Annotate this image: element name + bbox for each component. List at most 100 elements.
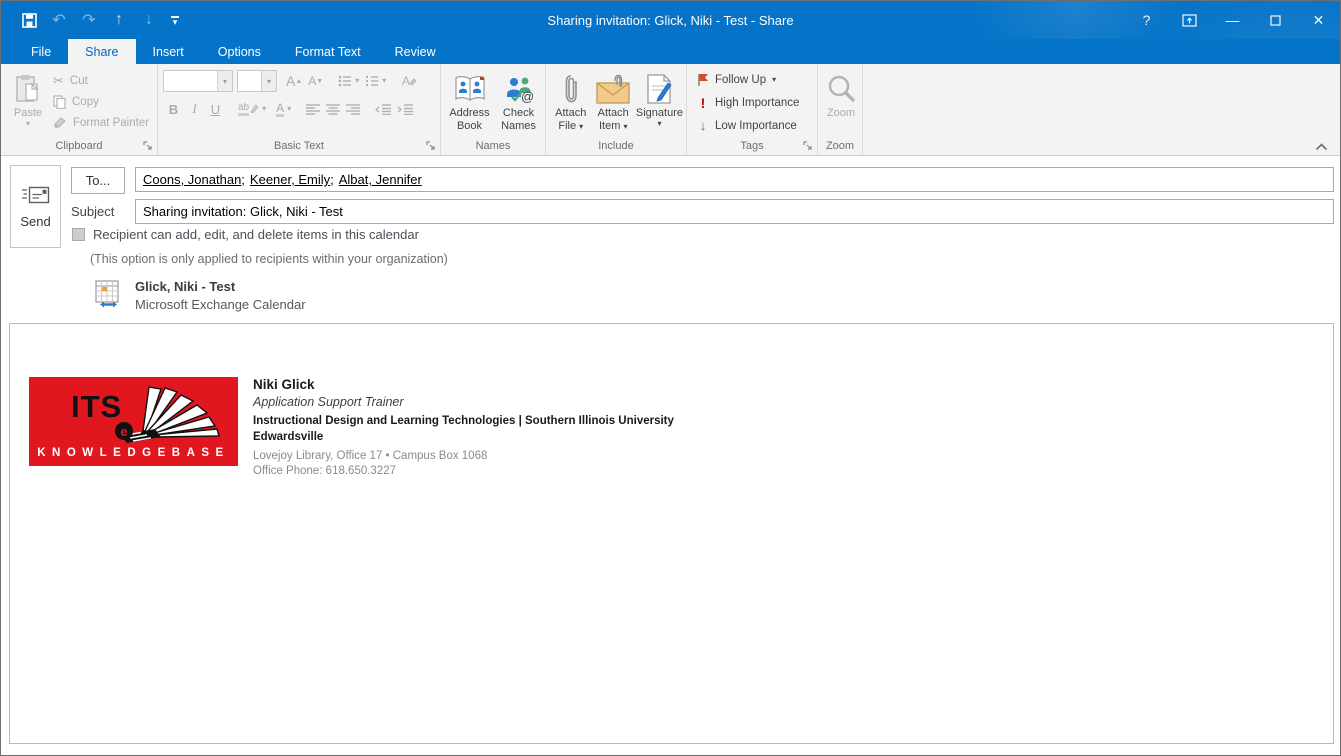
svg-text:@: @: [521, 89, 534, 103]
align-right-button[interactable]: [343, 98, 363, 120]
help-button[interactable]: ?: [1125, 1, 1168, 39]
clear-formatting-icon: A: [401, 74, 417, 88]
attach-file-label-2: File ▾: [558, 120, 583, 133]
signature-address: Lovejoy Library, Office 17 • Campus Box …: [253, 449, 674, 464]
move-up-button[interactable]: ↑: [104, 6, 134, 34]
bold-icon: B: [169, 102, 178, 117]
undo-button[interactable]: ↶: [44, 6, 74, 34]
address-book-label: Address Book: [446, 107, 493, 133]
attach-item-button[interactable]: Attach Item ▾: [593, 67, 634, 137]
customize-quick-access-button[interactable]: ▾: [164, 6, 186, 34]
align-left-icon: [306, 104, 320, 115]
recipient-1[interactable]: Coons, Jonathan: [143, 172, 241, 187]
down-arrow-icon: ↓: [145, 11, 153, 29]
clipboard-dialog-launcher[interactable]: [143, 141, 153, 151]
numbering-caret-icon: ▾: [382, 77, 386, 85]
underline-button[interactable]: U: [205, 98, 226, 120]
address-book-icon: [454, 70, 486, 107]
attach-file-button[interactable]: Attach File ▾: [551, 67, 591, 137]
recipient-2[interactable]: Keener, Emily: [250, 172, 330, 187]
collapse-ribbon-button[interactable]: [1315, 143, 1328, 151]
tags-dialog-launcher[interactable]: [803, 141, 813, 151]
organization-note: (This option is only applied to recipien…: [90, 252, 448, 266]
decrease-indent-button[interactable]: [372, 98, 394, 120]
font-color-button[interactable]: A ▾: [273, 98, 294, 120]
font-name-combo[interactable]: ▾: [163, 70, 233, 92]
basic-text-dialog-launcher[interactable]: [426, 141, 436, 151]
follow-up-flag-icon: [697, 73, 709, 86]
maximize-icon: [1270, 15, 1281, 26]
tab-insert[interactable]: Insert: [136, 39, 201, 64]
bullets-icon: [338, 75, 352, 87]
attach-item-label-1: Attach: [598, 107, 629, 120]
increase-indent-button[interactable]: [394, 98, 416, 120]
text-highlight-button[interactable]: ab ▾: [235, 98, 269, 120]
format-painter-label: Format Painter: [73, 117, 149, 129]
logo-knowledgebase-text: KNOWLEDGEBASE: [29, 447, 238, 459]
ribbon: Paste ▾ ✂ Cut: [1, 64, 1340, 156]
copy-button[interactable]: Copy: [50, 91, 152, 112]
close-button[interactable]: ✕: [1297, 1, 1340, 39]
message-body[interactable]: ITS e KNOWLE: [9, 323, 1334, 744]
move-down-button[interactable]: ↓: [134, 6, 164, 34]
cut-button[interactable]: ✂ Cut: [50, 70, 152, 91]
bold-button[interactable]: B: [163, 98, 184, 120]
italic-icon: I: [192, 101, 196, 117]
recipient-3[interactable]: Albat, Jennifer: [339, 172, 422, 187]
title-bar: ↶ ↷ ↑ ↓ ▾ Sharing invitation: Glick, Nik…: [1, 1, 1340, 39]
tab-file[interactable]: File: [14, 39, 68, 64]
check-names-button[interactable]: @ Check Names: [495, 67, 542, 137]
tab-format-text[interactable]: Format Text: [278, 39, 378, 64]
tab-review[interactable]: Review: [378, 39, 453, 64]
paste-icon: [15, 70, 41, 107]
shrink-font-button[interactable]: A▼: [305, 70, 326, 92]
align-center-button[interactable]: [323, 98, 343, 120]
paste-button[interactable]: Paste ▾: [6, 67, 50, 137]
minimize-button[interactable]: —: [1211, 1, 1254, 39]
svg-text:A: A: [402, 74, 410, 88]
logo-e-badge: e: [115, 422, 133, 440]
maximize-button[interactable]: [1254, 1, 1297, 39]
low-importance-button[interactable]: ↓ Low Importance: [692, 114, 814, 137]
signature-button[interactable]: Signature ▾: [636, 67, 683, 137]
format-painter-button[interactable]: Format Painter: [50, 112, 152, 133]
send-button[interactable]: Send: [10, 165, 61, 248]
zoom-button[interactable]: Zoom: [823, 67, 859, 137]
recipient-permission-checkbox[interactable]: [72, 228, 85, 241]
tab-share[interactable]: Share: [68, 39, 135, 64]
follow-up-button[interactable]: Follow Up ▾: [692, 68, 814, 91]
calendar-attachment-name[interactable]: Glick, Niki - Test: [135, 279, 235, 294]
to-button[interactable]: To...: [71, 167, 125, 194]
grow-font-button[interactable]: A▲: [283, 70, 305, 92]
follow-up-label: Follow Up: [715, 74, 766, 86]
tab-share-label: Share: [85, 45, 118, 59]
address-book-button[interactable]: Address Book: [446, 67, 493, 137]
recipient-separator: ;: [330, 172, 334, 187]
font-name-dropdown-icon: ▾: [217, 71, 232, 91]
ribbon-display-options-button[interactable]: [1168, 1, 1211, 39]
low-importance-icon: ↓: [697, 118, 709, 133]
bullets-button[interactable]: ▾: [335, 70, 362, 92]
chevron-up-icon: [1315, 143, 1328, 151]
redo-button[interactable]: ↷: [74, 6, 104, 34]
names-group: Address Book @ Check Names Names: [441, 64, 546, 155]
minimize-icon: —: [1226, 12, 1240, 28]
font-size-value: [238, 71, 261, 91]
numbering-button[interactable]: ▾: [362, 70, 389, 92]
subject-field[interactable]: Sharing invitation: Glick, Niki - Test: [135, 199, 1334, 224]
font-size-combo[interactable]: ▾: [237, 70, 277, 92]
names-group-label: Names: [476, 140, 511, 152]
clear-formatting-button[interactable]: A: [398, 70, 420, 92]
save-button[interactable]: [14, 6, 44, 34]
italic-button[interactable]: I: [184, 98, 205, 120]
tab-options[interactable]: Options: [201, 39, 278, 64]
attach-item-caret-icon: ▾: [623, 122, 627, 131]
high-importance-button[interactable]: ! High Importance: [692, 91, 814, 114]
underline-icon: U: [211, 102, 220, 117]
tab-options-label: Options: [218, 45, 261, 59]
numbering-icon: [365, 75, 379, 87]
basic-text-group: ▾ ▾ A▲ A▼: [158, 64, 441, 155]
to-field[interactable]: Coons, Jonathan;Keener, Emily;Albat, Jen…: [135, 167, 1334, 192]
align-left-button[interactable]: [303, 98, 323, 120]
format-painter-icon: [53, 116, 67, 129]
